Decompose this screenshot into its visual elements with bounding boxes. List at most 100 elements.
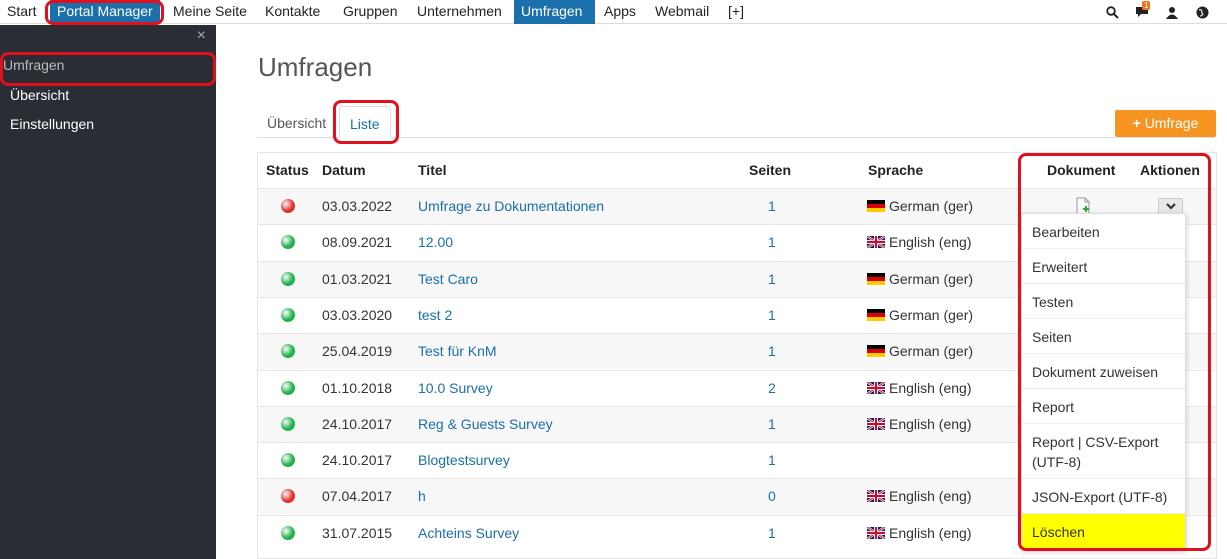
german-flag-icon	[867, 272, 885, 285]
german-flag-icon	[867, 344, 885, 357]
user-icon[interactable]	[1157, 2, 1187, 22]
survey-title-link[interactable]: Reg & Guests Survey	[418, 416, 553, 432]
cell-date: 24.10.2017	[322, 452, 393, 468]
header-seiten[interactable]: Seiten	[749, 162, 791, 178]
page-title: Umfragen	[258, 52, 373, 82]
nav-meine-seite[interactable]: Meine Seite	[166, 0, 254, 24]
chat-icon[interactable]: 1	[1127, 1, 1157, 22]
tab-uebersicht[interactable]: Übersicht	[257, 106, 336, 138]
cell-date: 01.03.2021	[322, 271, 393, 287]
nav-kontakte[interactable]: Kontakte	[258, 0, 327, 24]
cell-language: German (ger)	[867, 198, 973, 214]
german-flag-icon	[867, 199, 885, 212]
language-label: German (ger)	[889, 198, 974, 214]
status-indicator-icon	[281, 489, 295, 503]
cell-pages-link[interactable]: 1	[768, 525, 776, 541]
status-indicator-icon	[281, 308, 295, 322]
cell-pages-link[interactable]: 1	[768, 234, 776, 250]
add-survey-label: Umfrage	[1144, 115, 1199, 131]
cell-language: German (ger)	[867, 307, 973, 323]
nav-webmail[interactable]: Webmail	[648, 0, 716, 24]
cell-language: English (eng)	[866, 416, 972, 432]
status-indicator-icon	[281, 381, 295, 395]
nav-more[interactable]: [+]	[721, 0, 751, 24]
survey-title-link[interactable]: test 2	[418, 307, 452, 323]
survey-title-link[interactable]: Test Caro	[418, 271, 478, 287]
cell-pages-link[interactable]: 1	[768, 307, 776, 323]
nav-icon-group: 1	[1097, 1, 1217, 22]
plus-icon: +	[1132, 115, 1141, 131]
cell-pages-link[interactable]: 1	[768, 416, 776, 432]
survey-title-link[interactable]: 12.00	[418, 234, 453, 250]
highlight-tab-liste	[333, 100, 399, 144]
sidebar: × Umfragen Übersicht Einstellungen	[0, 25, 216, 559]
cell-pages-link[interactable]: 1	[768, 452, 776, 468]
survey-title-link[interactable]: h	[418, 488, 426, 504]
cell-language: English (eng)	[866, 488, 972, 504]
status-indicator-icon	[281, 417, 295, 431]
nav-unternehmen[interactable]: Unternehmen	[410, 0, 509, 24]
survey-title-link[interactable]: Test für KnM	[418, 343, 497, 359]
uk-flag-icon	[866, 417, 886, 431]
status-indicator-icon	[281, 344, 295, 358]
uk-flag-icon	[866, 235, 886, 249]
status-indicator-icon	[281, 272, 295, 286]
status-indicator-icon	[281, 526, 295, 540]
cell-date: 25.04.2019	[322, 343, 393, 359]
cell-date: 01.10.2018	[322, 380, 393, 396]
survey-title-link[interactable]: Blogtestsurvey	[418, 452, 510, 468]
language-label: German (ger)	[889, 343, 974, 359]
globe-icon[interactable]	[1187, 2, 1217, 22]
highlight-sidebar-umfragen	[0, 52, 216, 86]
cell-pages-link[interactable]: 0	[768, 488, 776, 504]
cell-language: German (ger)	[867, 271, 973, 287]
language-label: German (ger)	[889, 307, 974, 323]
nav-start[interactable]: Start	[0, 0, 44, 24]
language-label: English (eng)	[889, 525, 972, 541]
header-datum[interactable]: Datum	[322, 162, 366, 178]
cell-date: 03.03.2022	[322, 198, 393, 214]
highlight-actions-column	[1018, 153, 1211, 551]
survey-title-link[interactable]: Achteins Survey	[418, 525, 519, 541]
cell-pages-link[interactable]: 1	[768, 343, 776, 359]
uk-flag-icon	[866, 489, 886, 503]
notification-badge: 1	[1142, 1, 1151, 10]
cell-date: 24.10.2017	[322, 416, 393, 432]
cell-date: 03.03.2020	[322, 307, 393, 323]
cell-date: 31.07.2015	[322, 525, 393, 541]
cell-pages-link[interactable]: 1	[768, 271, 776, 287]
add-survey-button[interactable]: + Umfrage	[1115, 110, 1216, 137]
status-indicator-icon	[281, 235, 295, 249]
status-indicator-icon	[281, 199, 295, 213]
status-indicator-icon	[281, 453, 295, 467]
cell-language: English (eng)	[866, 525, 972, 541]
sidebar-item-einstellungen[interactable]: Einstellungen	[10, 116, 94, 132]
language-label: German (ger)	[889, 271, 974, 287]
highlight-portal-manager	[45, 0, 164, 25]
language-label: English (eng)	[889, 416, 972, 432]
header-titel[interactable]: Titel	[418, 162, 447, 178]
header-sprache[interactable]: Sprache	[868, 162, 923, 178]
survey-title-link[interactable]: Umfrage zu Dokumentationen	[418, 198, 604, 214]
uk-flag-icon	[866, 381, 886, 395]
cell-pages-link[interactable]: 2	[768, 380, 776, 396]
sidebar-item-uebersicht[interactable]: Übersicht	[10, 87, 69, 103]
nav-umfragen[interactable]: Umfragen	[514, 0, 595, 24]
cell-language: German (ger)	[867, 343, 973, 359]
cell-date: 08.09.2021	[322, 234, 393, 250]
zoom-icon[interactable]	[1097, 2, 1127, 22]
cell-date: 07.04.2017	[322, 488, 393, 504]
nav-gruppen[interactable]: Gruppen	[336, 0, 404, 24]
language-label: English (eng)	[889, 234, 972, 250]
top-navigation: Start Portal Manager Meine Seite Kontakt…	[0, 0, 1227, 24]
survey-title-link[interactable]: 10.0 Survey	[418, 380, 493, 396]
cell-language: English (eng)	[866, 234, 972, 250]
nav-apps[interactable]: Apps	[597, 0, 643, 24]
german-flag-icon	[867, 308, 885, 321]
header-status[interactable]: Status	[266, 162, 309, 178]
close-icon[interactable]: ×	[197, 28, 206, 44]
language-label: English (eng)	[889, 488, 972, 504]
cell-pages-link[interactable]: 1	[768, 198, 776, 214]
cell-language: English (eng)	[866, 380, 972, 396]
uk-flag-icon	[866, 526, 886, 540]
